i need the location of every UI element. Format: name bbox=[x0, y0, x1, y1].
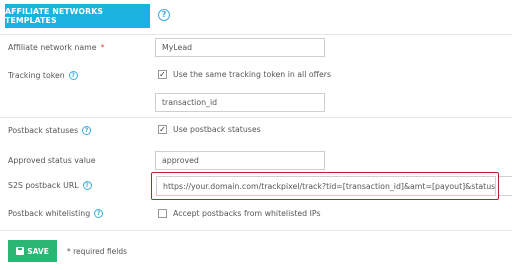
divider bbox=[0, 34, 512, 35]
network-name-input[interactable]: MyLead bbox=[155, 38, 325, 57]
s2s-postback-url-label: S2S postback URL ? bbox=[8, 181, 92, 190]
postback-statuses-checkbox-row[interactable]: ✓ Use postback statuses bbox=[158, 125, 261, 134]
postback-statuses-checkbox[interactable]: ✓ bbox=[158, 125, 167, 134]
floppy-disk-icon bbox=[16, 247, 25, 255]
checkbox-label: Use postback statuses bbox=[173, 125, 261, 134]
highlight-box bbox=[151, 172, 499, 200]
help-icon[interactable]: ? bbox=[158, 9, 170, 21]
help-icon[interactable]: ? bbox=[82, 126, 92, 135]
url-input-overflow bbox=[498, 176, 512, 196]
whitelist-checkbox-row[interactable]: Accept postbacks from whitelisted IPs bbox=[158, 209, 321, 218]
postback-whitelisting-label: Postback whitelisting ? bbox=[8, 209, 104, 218]
approved-status-input[interactable]: approved bbox=[155, 151, 325, 170]
label-text: Approved status value bbox=[8, 156, 96, 165]
tracking-token-label: Tracking token ? bbox=[8, 71, 78, 80]
label-text: S2S postback URL bbox=[8, 181, 79, 190]
save-label: SAVE bbox=[27, 246, 49, 256]
help-icon[interactable]: ? bbox=[68, 71, 78, 80]
same-token-checkbox[interactable]: ✓ bbox=[158, 70, 167, 79]
label-text: Postback statuses bbox=[8, 126, 79, 135]
divider bbox=[0, 117, 512, 118]
postback-statuses-label: Postback statuses ? bbox=[8, 126, 92, 135]
affiliate-networks-templates-button[interactable]: AFFILIATE NETWORKS TEMPLATES bbox=[5, 4, 150, 28]
network-name-label: Affiliate network name * bbox=[8, 43, 104, 52]
same-token-checkbox-row[interactable]: ✓ Use the same tracking token in all off… bbox=[158, 70, 331, 79]
tracking-token-input[interactable]: transaction_id bbox=[155, 93, 325, 112]
checkbox-label: Use the same tracking token in all offer… bbox=[173, 70, 332, 79]
required-asterisk: * bbox=[100, 43, 105, 52]
approved-status-label: Approved status value bbox=[8, 156, 96, 165]
label-text: Affiliate network name bbox=[8, 43, 97, 52]
help-icon[interactable]: ? bbox=[82, 181, 92, 190]
label-text: Postback whitelisting bbox=[8, 209, 91, 218]
required-fields-note: * required fields bbox=[67, 247, 128, 256]
help-icon[interactable]: ? bbox=[94, 209, 104, 218]
label-text: Tracking token bbox=[8, 71, 65, 80]
save-button[interactable]: SAVE bbox=[8, 240, 57, 262]
divider bbox=[0, 230, 512, 231]
checkbox-label: Accept postbacks from whitelisted IPs bbox=[173, 209, 321, 218]
whitelist-checkbox[interactable] bbox=[158, 209, 167, 218]
